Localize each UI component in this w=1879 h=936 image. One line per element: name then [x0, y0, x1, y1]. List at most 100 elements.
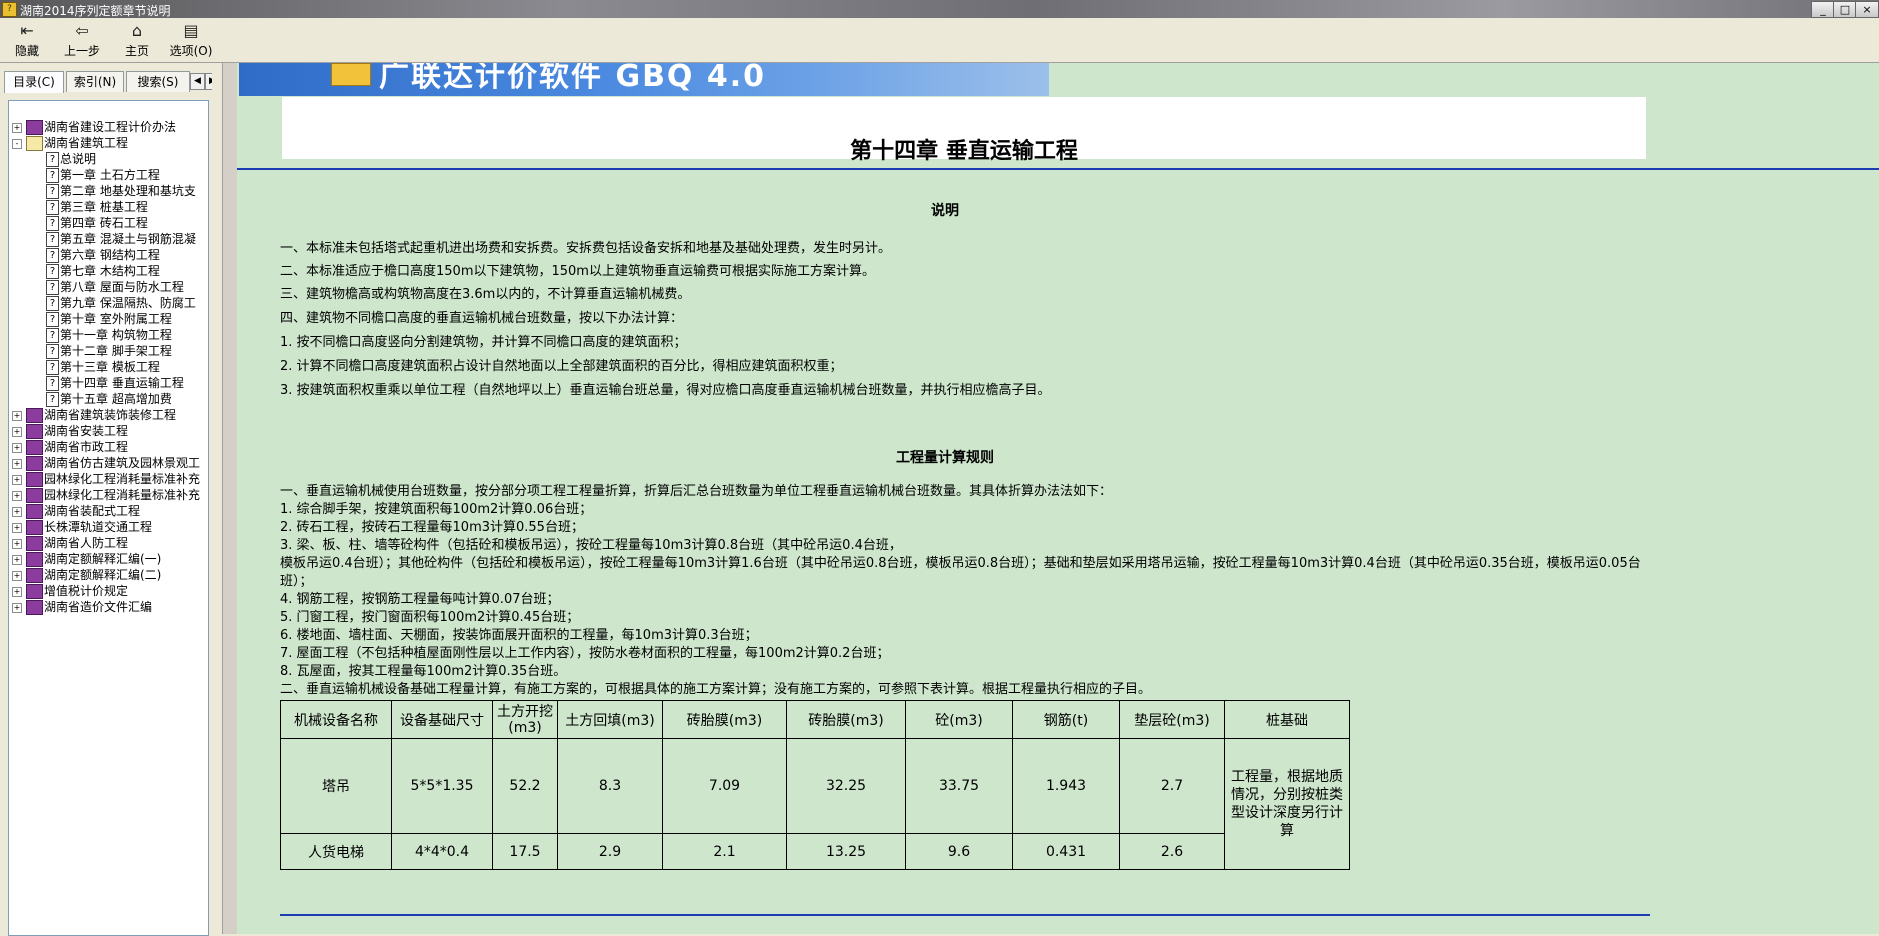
tree-topic-item[interactable]: ? 第十一章 构筑物工程 [9, 327, 208, 343]
tree-topic-item[interactable]: ? 第五章 混凝土与钢筋混凝 [9, 231, 208, 247]
table-header: 砖胎膜(m3) [786, 700, 906, 739]
tree-topic-item[interactable]: ? 第二章 地基处理和基坑支 [9, 183, 208, 199]
expand-icon[interactable]: + [12, 443, 22, 453]
tree-book-item[interactable]: + 湖南省装配式工程 [9, 503, 208, 519]
tab-scroll-left-icon[interactable]: ◀ [190, 73, 205, 90]
expand-icon[interactable]: + [12, 523, 22, 533]
tree-book-item[interactable]: - 湖南省建筑工程 [9, 135, 208, 151]
divider [280, 914, 1650, 916]
table-header: 桩基础 [1224, 700, 1350, 739]
table-header: 砼(m3) [905, 700, 1013, 739]
tree-topic-item[interactable]: ? 第三章 桩基工程 [9, 199, 208, 215]
tree-item-label: 湖南省人防工程 [44, 536, 129, 550]
table-header: 土方回填(m3) [557, 700, 663, 739]
rule-paragraph: 4. 钢筋工程，按钢筋工程量每吨计算0.07台班； [280, 592, 560, 607]
tree-item-label: 第十三章 模板工程 [60, 360, 160, 374]
explain-paragraph: 2. 计算不同檐口高度建筑面积占设计自然地面以上全部建筑面积的百分比，得相应建筑… [280, 359, 843, 374]
collapse-icon[interactable]: - [12, 139, 22, 149]
tree-topic-item[interactable]: ? 第七章 木结构工程 [9, 263, 208, 279]
expand-icon[interactable]: + [12, 123, 22, 133]
tree-book-item[interactable]: + 湖南省仿古建筑及园林景观工 [9, 455, 208, 471]
tree-item-label: 长株潭轨道交通工程 [44, 520, 153, 534]
expand-icon[interactable]: + [12, 427, 22, 437]
tree-item-label: 第六章 钢结构工程 [60, 248, 160, 262]
help-topic-icon: ? [46, 232, 59, 247]
options-label: 选项(O) [169, 44, 213, 58]
tree-item-label: 增值税计价规定 [44, 584, 129, 598]
explain-paragraph: 二、本标准适应于檐口高度150m以下建筑物，150m以上建筑物垂直运输费可根据实… [280, 264, 875, 279]
help-topic-icon: ? [46, 168, 59, 183]
book-icon [26, 520, 43, 535]
explain-paragraph: 三、建筑物檐高或构筑物高度在3.6m以内的，不计算垂直运输机械费。 [280, 287, 691, 302]
tree-topic-item[interactable]: ? 第八章 屋面与防水工程 [9, 279, 208, 295]
tree-book-item[interactable]: + 湖南定额解释汇编(一) [9, 551, 208, 567]
tree-topic-item[interactable]: ? 第十五章 超高增加费 [9, 391, 208, 407]
expand-icon[interactable]: + [12, 411, 22, 421]
window-title: 湖南2014序列定额章节说明 [20, 4, 171, 18]
tree-book-item[interactable]: + 增值税计价规定 [9, 583, 208, 599]
table-header: 土方开挖(m3) [492, 700, 558, 739]
table-cell: 32.25 [786, 738, 906, 834]
tree-book-item[interactable]: + 长株潭轨道交通工程 [9, 519, 208, 535]
tree-item-label: 第七章 木结构工程 [60, 264, 160, 278]
tree-book-item[interactable]: + 湖南省建设工程计价办法 [9, 119, 208, 135]
book-icon [26, 504, 43, 519]
rules-list: 一、垂直运输机械使用台班数量，按分部分项工程工程量折算，折算后汇总台班数量为单位… [280, 483, 1650, 699]
home-button[interactable]: ⌂ 主页 [122, 22, 152, 60]
minimize-button[interactable]: _ [1811, 1, 1835, 18]
tree-topic-item[interactable]: ? 第十四章 垂直运输工程 [9, 375, 208, 391]
expand-icon[interactable]: + [12, 507, 22, 517]
expand-icon[interactable]: + [12, 571, 22, 581]
content-scrollbar[interactable] [222, 63, 237, 934]
book-icon [26, 440, 43, 455]
close-button[interactable]: × [1855, 1, 1879, 18]
expand-icon[interactable]: + [12, 459, 22, 469]
tree-topic-item[interactable]: ? 第九章 保温隔热、防腐工 [9, 295, 208, 311]
rule-paragraph: 模板吊运0.4台班）；其他砼构件（包括砼和模板吊运），按砼工程量每10m3计算1… [280, 556, 1641, 589]
help-topic-icon: ? [46, 296, 59, 311]
tree-topic-item[interactable]: ? 总说明 [9, 151, 208, 167]
pane-splitter[interactable] [212, 63, 222, 934]
tree-topic-item[interactable]: ? 第一章 土石方工程 [9, 167, 208, 183]
content-pane: 广联达计价软件 GBQ 4.0 第十四章 垂直运输工程 说明 一、本标准未包括塔… [237, 63, 1879, 934]
tree-book-item[interactable]: + 湖南省市政工程 [9, 439, 208, 455]
expand-icon[interactable]: + [12, 555, 22, 565]
maximize-button[interactable]: □ [1833, 1, 1857, 18]
expand-icon[interactable]: + [12, 475, 22, 485]
tree-topic-item[interactable]: ? 第十三章 模板工程 [9, 359, 208, 375]
tree-topic-item[interactable]: ? 第四章 砖石工程 [9, 215, 208, 231]
expand-icon[interactable]: + [12, 603, 22, 613]
tree-book-item[interactable]: + 园林绿化工程消耗量标准补充 [9, 487, 208, 503]
tab-index[interactable]: 索引(N) [66, 71, 124, 92]
help-topic-icon: ? [46, 360, 59, 375]
help-topic-icon: ? [46, 392, 59, 407]
help-topic-icon: ? [46, 248, 59, 263]
tree-book-item[interactable]: + 湖南省建筑装饰装修工程 [9, 407, 208, 423]
tree-book-item[interactable]: + 湖南定额解释汇编(二) [9, 567, 208, 583]
hide-button[interactable]: ⇤ 隐藏 [10, 22, 44, 60]
expand-icon[interactable]: + [12, 491, 22, 501]
title-bar: ? 湖南2014序列定额章节说明 _ □ × [0, 0, 1879, 18]
table-cell: 33.75 [905, 738, 1013, 834]
tree-topic-item[interactable]: ? 第十章 室外附属工程 [9, 311, 208, 327]
table-header-row: 机械设备名称 设备基础尺寸 土方开挖(m3) 土方回填(m3) 砖胎膜(m3) … [280, 700, 1350, 739]
tree-book-item[interactable]: + 湖南省造价文件汇编 [9, 599, 208, 615]
rule-paragraph: 一、垂直运输机械使用台班数量，按分部分项工程工程量折算，折算后汇总台班数量为单位… [280, 484, 1113, 499]
expand-icon[interactable]: + [12, 587, 22, 597]
expand-icon[interactable]: + [12, 539, 22, 549]
tree-topic-item[interactable]: ? 第六章 钢结构工程 [9, 247, 208, 263]
options-button[interactable]: ▤ 选项(O) [168, 22, 214, 60]
tree-book-item[interactable]: + 湖南省人防工程 [9, 535, 208, 551]
toolbar: ⇤ 隐藏 ⇦ 上一步 ⌂ 主页 ▤ 选项(O) [0, 18, 1879, 63]
back-button[interactable]: ⇦ 上一步 [60, 22, 104, 60]
tree-topic-item[interactable]: ? 第十二章 脚手架工程 [9, 343, 208, 359]
tree-item-label: 湖南定额解释汇编(一) [44, 552, 162, 566]
tree-book-item[interactable]: + 园林绿化工程消耗量标准补充 [9, 471, 208, 487]
explain-paragraph: 3. 按建筑面积权重乘以单位工程（自然地坪以上）垂直运输台班总量，得对应檐口高度… [280, 383, 1051, 398]
book-icon [26, 456, 43, 471]
tab-search[interactable]: 搜索(S) [126, 71, 190, 92]
tab-contents[interactable]: 目录(C) [4, 71, 64, 93]
tree-book-item[interactable]: + 湖南省安装工程 [9, 423, 208, 439]
rule-paragraph: 1. 综合脚手架，按建筑面积每100m2计算0.06台班； [280, 502, 593, 517]
tree-item-label: 第五章 混凝土与钢筋混凝 [60, 232, 196, 246]
